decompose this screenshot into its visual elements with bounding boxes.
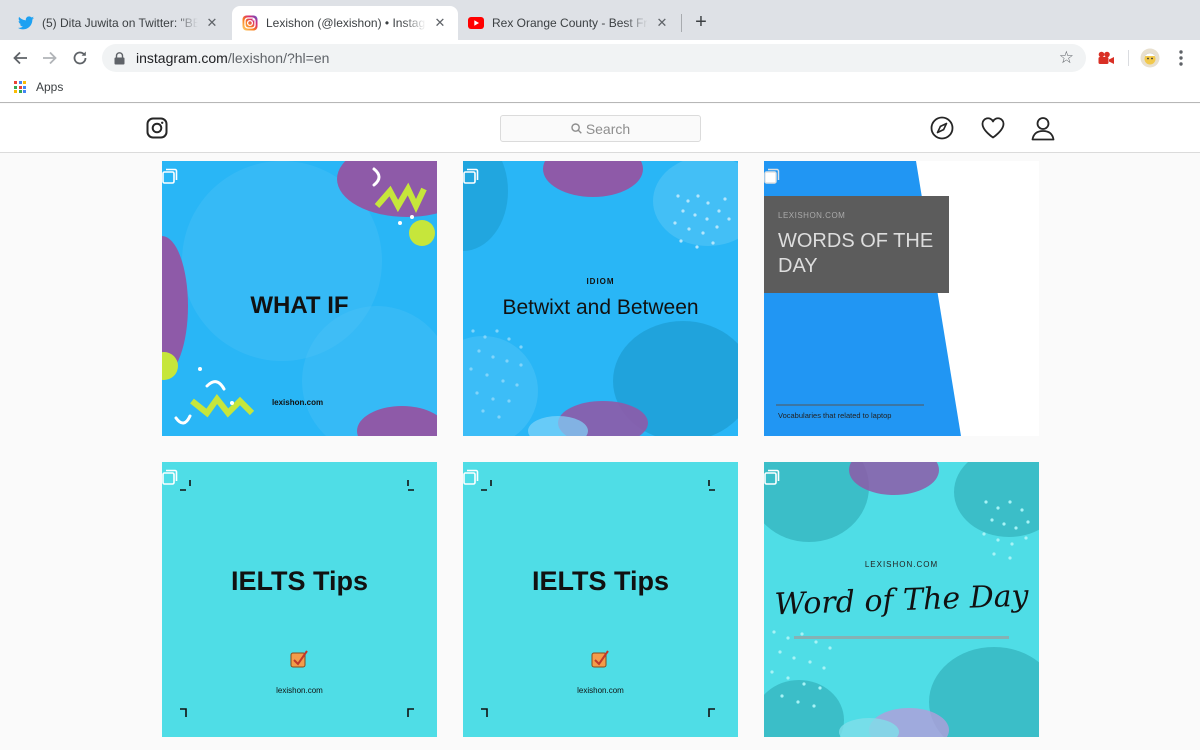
- carousel-icon: [162, 168, 178, 184]
- forward-arrow-icon[interactable]: [38, 46, 62, 70]
- post-kicker: IDIOM: [586, 277, 615, 286]
- explore-icon[interactable]: [929, 115, 955, 141]
- apps-label: Apps: [36, 80, 64, 94]
- tab-twitter[interactable]: (5) Dita Juwita on Twitter: "BEL ✕: [8, 6, 230, 40]
- post-title: Betwixt and Between: [502, 296, 699, 319]
- post-tile[interactable]: LEXISHON.COM Word of The Day: [764, 462, 1039, 737]
- post-tile[interactable]: IELTS Tips lexishon.com: [162, 462, 437, 737]
- post-footer: lexishon.com: [276, 686, 323, 695]
- back-arrow-icon[interactable]: [8, 46, 32, 70]
- post-caption: Vocabularies that related to laptop: [778, 411, 892, 420]
- post-title-line: DAY: [778, 255, 818, 277]
- post-tile[interactable]: IELTS Tips lexishon.com: [463, 462, 738, 737]
- tab-strip: (5) Dita Juwita on Twitter: "BEL ✕ Lexis…: [0, 0, 1200, 40]
- post-title: IELTS Tips: [230, 566, 369, 596]
- apps-shortcut[interactable]: Apps: [14, 80, 63, 94]
- post-title: IELTS Tips: [531, 566, 670, 596]
- instagram-logo-icon[interactable]: [146, 117, 168, 139]
- post-footer: lexishon.com: [577, 686, 624, 695]
- post-site: LEXISHON.COM: [778, 211, 846, 220]
- url-host: instagram.com: [136, 50, 228, 66]
- post-title: WORDS OF THE DAY: [778, 229, 933, 279]
- post-title-line: WORDS OF THE: [778, 230, 934, 252]
- toolbar-divider: [1128, 50, 1129, 66]
- twitter-icon: [18, 15, 34, 31]
- search-input[interactable]: Search: [500, 115, 701, 142]
- post-artwork: [162, 462, 437, 737]
- heart-icon[interactable]: [980, 115, 1006, 141]
- tab-divider: [681, 14, 682, 32]
- close-icon[interactable]: ✕: [204, 15, 220, 31]
- youtube-icon: [468, 15, 484, 31]
- url-path: /lexishon/?hl=en: [227, 50, 330, 66]
- close-icon[interactable]: ✕: [654, 15, 670, 31]
- post-site: LEXISHON.COM: [864, 560, 939, 569]
- reload-icon[interactable]: [68, 46, 92, 70]
- instagram-icon: [242, 15, 258, 31]
- carousel-icon: [162, 469, 178, 485]
- apps-grid-icon: [14, 81, 26, 93]
- bookmarks-bar: Apps: [0, 76, 1200, 103]
- browser-toolbar: instagram.com/lexishon/?hl=en ☆: [0, 40, 1200, 76]
- instagram-header: Search: [0, 104, 1200, 153]
- post-footer: lexishon.com: [271, 398, 324, 407]
- post-title: WHAT IF: [250, 292, 349, 319]
- search-placeholder: Search: [585, 120, 631, 137]
- tab-title: Lexishon (@lexishon) • Instagram: [266, 16, 426, 30]
- address-bar[interactable]: instagram.com/lexishon/?hl=en ☆: [102, 44, 1086, 72]
- post-tile[interactable]: IDIOM Betwixt and Between: [463, 161, 738, 436]
- search-icon: [571, 123, 582, 134]
- video-extension-icon[interactable]: [1095, 47, 1117, 69]
- carousel-icon: [463, 168, 479, 184]
- post-artwork: [463, 462, 738, 737]
- tab-instagram[interactable]: Lexishon (@lexishon) • Instagram ✕: [232, 6, 458, 40]
- tab-title: (5) Dita Juwita on Twitter: "BEL: [42, 16, 198, 30]
- new-tab-button[interactable]: +: [690, 12, 712, 34]
- carousel-icon: [764, 168, 780, 184]
- post-tile[interactable]: WHAT IF lexishon.com: [162, 161, 437, 436]
- profile-avatar-icon[interactable]: [1139, 47, 1161, 69]
- bookmark-star-icon[interactable]: ☆: [1059, 49, 1074, 67]
- post-artwork: [764, 161, 1039, 436]
- carousel-icon: [764, 469, 780, 485]
- lock-icon: [114, 51, 128, 65]
- tab-title: Rex Orange County - Best Friend: [492, 16, 648, 30]
- tab-youtube[interactable]: Rex Orange County - Best Friend ✕: [458, 6, 680, 40]
- menu-kebab-icon[interactable]: [1170, 47, 1192, 69]
- profile-icon[interactable]: [1030, 115, 1056, 141]
- carousel-icon: [463, 469, 479, 485]
- post-tile[interactable]: LEXISHON.COM WORDS OF THE DAY Vocabulari…: [764, 161, 1039, 436]
- close-icon[interactable]: ✕: [432, 15, 448, 31]
